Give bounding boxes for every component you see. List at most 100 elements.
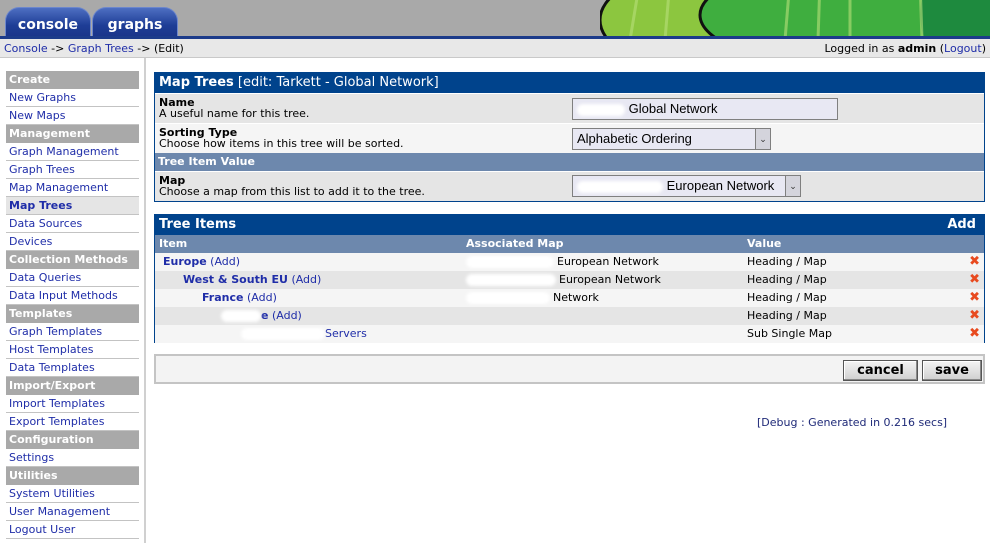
map-select[interactable]: European Network ⌄ — [572, 175, 801, 197]
sidebar-item-label[interactable]: Host Templates — [9, 343, 93, 356]
logout-link[interactable]: Logout — [944, 42, 982, 55]
cactus-logo — [600, 0, 990, 37]
sidebar-item-label[interactable]: System Utilities — [9, 487, 95, 500]
tree-item-row: e (Add) Heading / Map ✖ — [155, 307, 984, 325]
delete-icon[interactable]: ✖ — [969, 307, 980, 325]
sidebar-item-label[interactable]: User Management — [9, 505, 110, 518]
breadcrumb: Console -> Graph Trees -> (Edit) — [4, 42, 184, 55]
associated-map-text: Network — [553, 291, 599, 304]
tab-graphs[interactable]: graphs — [92, 7, 178, 37]
tree-item-add-link[interactable]: (Add) — [272, 309, 302, 322]
name-input[interactable]: Global Network — [572, 98, 838, 120]
tree-item-add-link[interactable]: (Add) — [291, 273, 321, 286]
sidebar-item-label[interactable]: Devices — [9, 235, 52, 248]
delete-icon[interactable]: ✖ — [969, 253, 980, 271]
sidebar-item-data-queries[interactable]: Data Queries — [6, 269, 139, 287]
sidebar-item-data-sources[interactable]: Data Sources — [6, 215, 139, 233]
sidebar-section-templates: Templates — [6, 305, 139, 323]
add-tree-item-link[interactable]: Add — [947, 215, 976, 235]
redacted-text — [221, 310, 261, 322]
sorting-type-select[interactable]: Alphabetic Ordering ⌄ — [572, 128, 771, 150]
redacted-text — [466, 274, 556, 286]
login-prefix: Logged in as — [824, 42, 895, 55]
sidebar-item-graph-trees[interactable]: Graph Trees — [6, 161, 139, 179]
sidebar-item-data-templates[interactable]: Data Templates — [6, 359, 139, 377]
breadcrumb-bar: Console -> Graph Trees -> (Edit) Logged … — [0, 39, 990, 58]
tree-item-cell: Europe (Add) — [163, 253, 240, 271]
sidebar-item-host-templates[interactable]: Host Templates — [6, 341, 139, 359]
tree-item-link[interactable]: West & South EU — [183, 273, 288, 286]
sidebar-item-label[interactable]: Logout User — [9, 523, 75, 536]
sidebar-item-label[interactable]: Map Management — [9, 181, 108, 194]
sidebar-item-label[interactable]: Import Templates — [9, 397, 105, 410]
breadcrumb-graph-trees[interactable]: Graph Trees — [68, 42, 134, 55]
value-cell: Sub Single Map — [747, 327, 832, 340]
delete-icon[interactable]: ✖ — [969, 289, 980, 307]
debug-info: [Debug : Generated in 0.216 secs] — [757, 416, 948, 429]
column-associated-map: Associated Map — [466, 237, 564, 250]
sidebar-item-label[interactable]: Map Trees — [9, 199, 72, 212]
map-tree-form-panel: Map Trees [edit: Tarkett - Global Networ… — [154, 72, 985, 202]
tree-item-link[interactable]: France — [202, 291, 243, 304]
sidebar-item-import-templates[interactable]: Import Templates — [6, 395, 139, 413]
tree-item-link[interactable]: e — [261, 309, 268, 322]
sidebar-item-graph-templates[interactable]: Graph Templates — [6, 323, 139, 341]
sort-desc: Choose how items in this tree will be so… — [159, 137, 404, 150]
value-cell: Heading / Map — [747, 309, 827, 322]
sidebar-item-export-templates[interactable]: Export Templates — [6, 413, 139, 431]
tree-items-header: Tree Items Add — [155, 215, 984, 235]
sidebar-item-label[interactable]: Settings — [9, 451, 54, 464]
sidebar-item-settings[interactable]: Settings — [6, 449, 139, 467]
sidebar-item-map-trees[interactable]: Map Trees — [6, 197, 139, 215]
sidebar-item-graph-management[interactable]: Graph Management — [6, 143, 139, 161]
sidebar-item-label[interactable]: Graph Management — [9, 145, 119, 158]
top-header: console graphs — [0, 0, 990, 37]
column-item: Item — [159, 237, 188, 250]
sidebar-item-new-maps[interactable]: New Maps — [6, 107, 139, 125]
sidebar-item-label[interactable]: Data Templates — [9, 361, 95, 374]
sidebar-item-label[interactable]: Graph Templates — [9, 325, 102, 338]
sidebar-item-new-graphs[interactable]: New Graphs — [6, 89, 139, 107]
form-actions-bar: cancel save — [154, 354, 985, 384]
sidebar-item-map-management[interactable]: Map Management — [6, 179, 139, 197]
map-row: Map Choose a map from this list to add i… — [155, 171, 984, 201]
cancel-button[interactable]: cancel — [843, 360, 918, 381]
sidebar-item-label[interactable]: Data Input Methods — [9, 289, 118, 302]
tree-item-add-link[interactable]: (Add) — [247, 291, 277, 304]
delete-icon[interactable]: ✖ — [969, 271, 980, 289]
sidebar: Create New Graphs New Maps Management Graph … — [0, 58, 146, 543]
sidebar-item-label[interactable]: Graph Trees — [9, 163, 75, 176]
associated-map-text: European Network — [559, 273, 661, 286]
sidebar-section-management: Management — [6, 125, 139, 143]
tree-item-link[interactable]: Servers — [325, 327, 367, 340]
sidebar-item-user-management[interactable]: User Management — [6, 503, 139, 521]
breadcrumb-current: (Edit) — [153, 42, 184, 55]
tree-item-row: Europe (Add) European Network Heading / Ma… — [155, 253, 984, 271]
login-user: admin — [897, 42, 937, 55]
sidebar-item-devices[interactable]: Devices — [6, 233, 139, 251]
tree-items-column-header: Item Associated Map Value — [155, 235, 984, 253]
save-button[interactable]: save — [922, 360, 982, 381]
tree-item-cell: West & South EU (Add) — [183, 271, 321, 289]
sidebar-item-label[interactable]: Export Templates — [9, 415, 104, 428]
sidebar-item-label[interactable]: New Maps — [9, 109, 65, 122]
tree-items-title: Tree Items — [159, 217, 237, 232]
chevron-down-icon[interactable]: ⌄ — [755, 129, 770, 149]
sidebar-item-logout-user[interactable]: Logout User — [6, 521, 139, 539]
delete-icon[interactable]: ✖ — [969, 325, 980, 343]
sidebar-item-data-input-methods[interactable]: Data Input Methods — [6, 287, 139, 305]
tree-item-link[interactable]: Europe — [163, 255, 207, 268]
tree-item-cell: e (Add) — [221, 307, 302, 325]
sidebar-item-label[interactable]: Data Sources — [9, 217, 82, 230]
tree-item-cell: Servers — [241, 325, 367, 343]
tab-console[interactable]: console — [5, 7, 91, 37]
breadcrumb-console[interactable]: Console — [4, 42, 48, 55]
sidebar-item-label[interactable]: Data Queries — [9, 271, 81, 284]
sidebar-section-collection-methods: Collection Methods — [6, 251, 139, 269]
tree-item-add-link[interactable]: (Add) — [210, 255, 240, 268]
associated-map-cell: European Network — [466, 271, 661, 289]
sidebar-item-system-utilities[interactable]: System Utilities — [6, 485, 139, 503]
associated-map-cell: Network — [466, 289, 599, 307]
chevron-down-icon[interactable]: ⌄ — [785, 176, 800, 196]
sidebar-item-label[interactable]: New Graphs — [9, 91, 76, 104]
